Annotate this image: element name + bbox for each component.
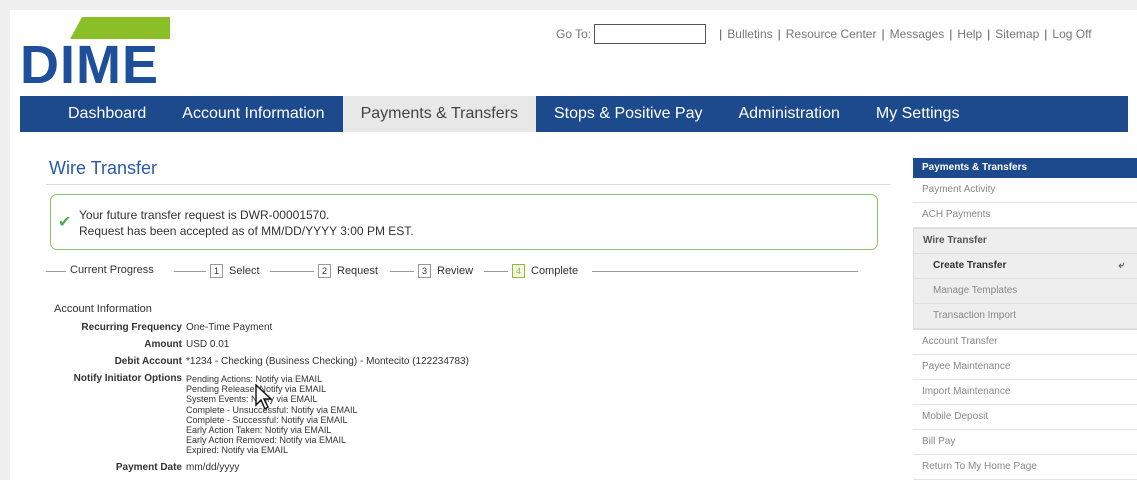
- sidebar-item-return-home[interactable]: Return To My Home Page: [913, 455, 1137, 480]
- progress-label: Current Progress: [70, 264, 154, 276]
- success-notice: ✔ Your future transfer request is DWR-00…: [50, 194, 878, 250]
- progress-line: [592, 271, 858, 272]
- step-label: Review: [437, 265, 474, 277]
- log-off-link[interactable]: Log Off: [1052, 27, 1091, 41]
- sidebar-item-manage-templates[interactable]: Manage Templates: [914, 279, 1137, 304]
- sidebar-item-ach-payments[interactable]: ACH Payments: [913, 203, 1137, 228]
- logo-text: DIME: [20, 35, 159, 95]
- sitemap-link[interactable]: Sitemap: [995, 27, 1039, 41]
- payment-date-label: Payment Date: [115, 462, 182, 473]
- sidebar-item-transaction-import[interactable]: Transaction Import: [914, 304, 1137, 329]
- sidebar-item-mobile-deposit[interactable]: Mobile Deposit: [913, 405, 1137, 430]
- amount-row: Amount USD 0.01: [0, 339, 229, 353]
- page-title: Wire Transfer: [49, 158, 158, 178]
- progress-line: [484, 271, 508, 272]
- progress-tracker: Current Progress 1 Select 2 Request 3 Revie…: [46, 263, 858, 279]
- sidebar-header: Payments & Transfers: [913, 158, 1137, 178]
- step-number: 1: [210, 264, 223, 278]
- notify-options-label: Notify Initiator Options: [73, 373, 182, 384]
- tab-administration[interactable]: Administration: [720, 96, 857, 132]
- tab-account-information[interactable]: Account Information: [164, 96, 342, 132]
- debit-account-value: *1234 - Checking (Business Checking) - M…: [186, 356, 469, 367]
- mouse-cursor-icon: [255, 384, 273, 410]
- dime-logo[interactable]: DIME: [20, 17, 172, 95]
- bulletins-link[interactable]: Bulletins: [727, 27, 772, 41]
- notice-line-1: Your future transfer request is DWR-0000…: [79, 208, 330, 222]
- sidebar-item-label: Create Transfer: [933, 260, 1007, 271]
- messages-link[interactable]: Messages: [890, 27, 945, 41]
- tab-my-settings[interactable]: My Settings: [858, 96, 978, 132]
- sidebar-item-bill-pay[interactable]: Bill Pay: [913, 430, 1137, 455]
- progress-line: [390, 271, 414, 272]
- notify-item: Early Action Removed: Notify via EMAIL: [186, 435, 347, 446]
- progress-step-1: 1 Select: [210, 264, 260, 278]
- progress-line: [174, 271, 206, 272]
- notify-options-row: Notify Initiator Options: [0, 373, 182, 387]
- recurring-frequency-row: Recurring Frequency One-Time Payment: [0, 322, 272, 336]
- step-number: 3: [418, 264, 431, 278]
- sidebar-group-wire-transfer: Wire Transfer Create Transfer ⤶ Manage Te…: [913, 228, 1137, 330]
- progress-step-2: 2 Request: [318, 264, 378, 278]
- step-label: Select: [229, 265, 260, 277]
- sidebar-item-wire-transfer[interactable]: Wire Transfer: [914, 229, 1137, 254]
- payment-date-value: mm/dd/yyyy: [186, 462, 240, 473]
- progress-line: [46, 271, 66, 272]
- debit-account-row: Debit Account *1234 - Checking (Business…: [0, 356, 469, 370]
- amount-value: USD 0.01: [186, 339, 230, 350]
- title-divider: [46, 184, 891, 185]
- tab-payments-transfers[interactable]: Payments & Transfers: [342, 96, 536, 132]
- progress-step-3: 3 Review: [418, 264, 473, 278]
- notify-item: Complete - Successful: Notify via EMAIL: [186, 414, 348, 425]
- resource-center-link[interactable]: Resource Center: [786, 27, 877, 41]
- tab-stops-positive-pay[interactable]: Stops & Positive Pay: [536, 96, 721, 132]
- account-information-heading: Account Information: [54, 303, 152, 315]
- payment-date-row: Payment Date mm/dd/yyyy: [0, 462, 239, 476]
- sidebar: Payments & Transfers Payment Activity AC…: [913, 158, 1137, 480]
- current-item-arrow-icon: ⤶: [1118, 260, 1124, 271]
- checkmark-icon: ✔: [58, 214, 72, 231]
- notify-item: Pending Actions: Notify via EMAIL: [186, 374, 323, 384]
- goto-input[interactable]: [594, 24, 707, 44]
- sidebar-item-account-transfer[interactable]: Account Transfer: [913, 330, 1137, 355]
- recurring-frequency-label: Recurring Frequency: [81, 322, 182, 333]
- help-link[interactable]: Help: [957, 27, 982, 41]
- progress-step-4: 4 Complete: [512, 264, 578, 278]
- tab-dashboard[interactable]: Dashboard: [20, 96, 164, 132]
- step-number: 2: [318, 264, 331, 278]
- notice-line-2: Request has been accepted as of MM/DD/YY…: [79, 224, 414, 238]
- step-label: Request: [337, 265, 378, 277]
- notify-item: Early Action Taken: Notify via EMAIL: [186, 425, 332, 436]
- recurring-frequency-value: One-Time Payment: [186, 322, 273, 333]
- progress-line: [270, 271, 314, 272]
- step-number: 4: [512, 264, 525, 278]
- main-nav: Dashboard Account Information Payments &…: [20, 96, 1128, 132]
- debit-account-label: Debit Account: [114, 356, 182, 367]
- amount-label: Amount: [144, 339, 182, 350]
- goto-label: Go To:: [556, 27, 592, 41]
- sidebar-item-payee-maintenance[interactable]: Payee Maintenance: [913, 355, 1137, 380]
- sidebar-item-import-maintenance[interactable]: Import Maintenance: [913, 380, 1137, 405]
- step-label: Complete: [531, 265, 579, 277]
- sidebar-item-create-transfer[interactable]: Create Transfer ⤶: [914, 254, 1137, 279]
- sidebar-item-payment-activity[interactable]: Payment Activity: [913, 178, 1137, 203]
- notify-item: Expired: Notify via EMAIL: [186, 445, 289, 456]
- top-links: Go To: | Bulletins | Resource Center | M…: [556, 24, 1092, 44]
